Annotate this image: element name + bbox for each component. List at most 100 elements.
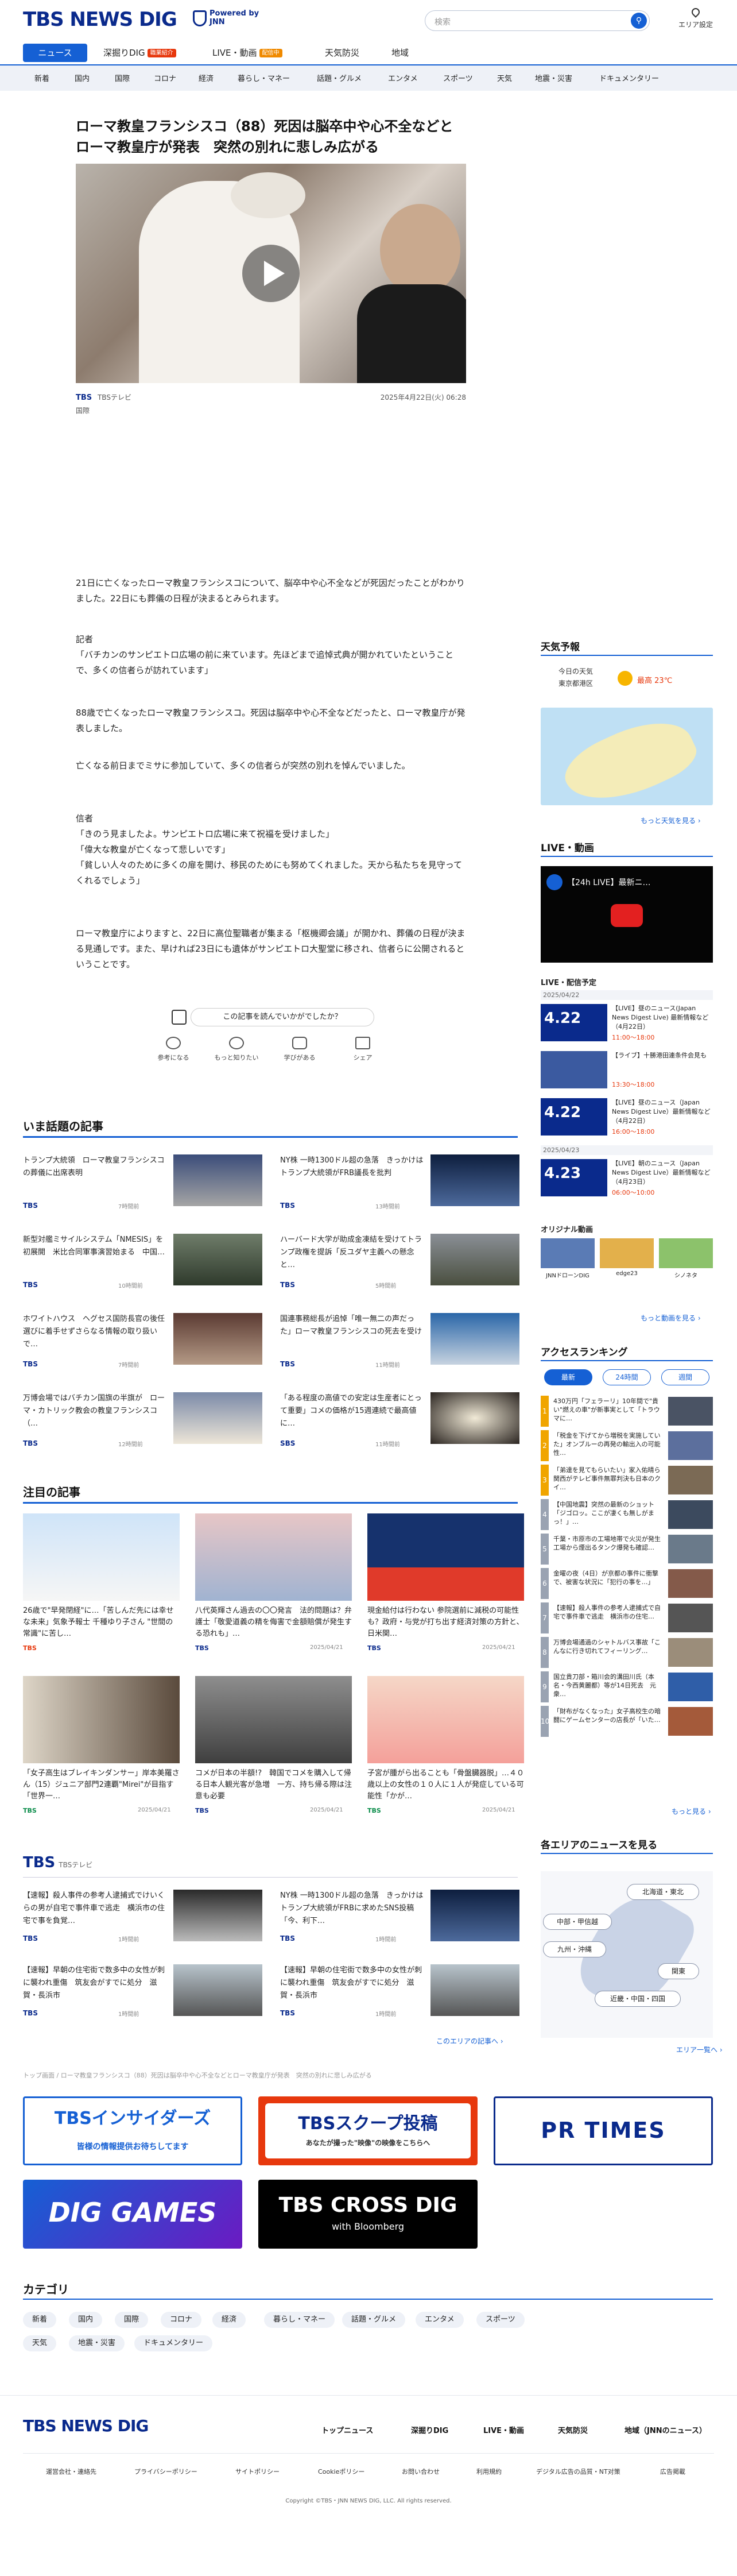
category-chip[interactable]: 経済 [212,2312,246,2328]
area-kyushu[interactable]: 九州・沖縄 [543,1941,606,1957]
ranking-item[interactable]: 5 千葉・市原市の工場地帯で火災が発生工場から煙出るタンク爆発も確認… [541,1534,713,1567]
category-chip[interactable]: 国際 [115,2312,149,2328]
nav-weather[interactable]: 天気防災 [325,44,359,62]
nav-fukabori[interactable]: 深掘りDIG 職業紹介 [103,44,176,62]
original-video-card[interactable]: edge23 [600,1238,654,1277]
footer-link[interactable]: デジタル広告の品質・NT对策 [536,2467,620,2476]
feedback-helpful[interactable]: 参考になる [145,1037,202,1062]
category-link[interactable]: 暮らし・マネー [238,72,290,83]
category-link[interactable]: 新着 [34,72,49,83]
ranking-item[interactable]: 2 「税金を下げてから増税を実施していた」オンブルーの再発の輸出入の可能性… [541,1430,713,1463]
area-kinki[interactable]: 近畿・中国・四国 [595,1991,681,2007]
play-icon[interactable] [242,245,300,302]
ranking-tab-weekly[interactable]: 週間 [661,1369,709,1385]
area-kanto[interactable]: 関東 [658,1963,699,1979]
source-logo[interactable]: TBS [76,393,92,402]
search-input[interactable]: 検索 [435,16,451,28]
banner-insiders[interactable]: TBSインサイダーズ 皆様の情報提供お待ちしてます [23,2096,242,2165]
banner-dig-games[interactable]: DIG GAMES [23,2180,242,2249]
news-card[interactable]: 新型対艦ミサイルシステム「NMESIS」を初展開 米比合同軍事演習始まる 中国…… [23,1234,264,1297]
footer-nav-link[interactable]: トップニュース [321,2424,373,2435]
category-chip[interactable]: スポーツ [476,2312,525,2328]
category-link[interactable]: 経済 [199,72,214,83]
category-link[interactable]: 天気 [497,72,512,83]
category-link[interactable]: 話題・グルメ [317,72,362,83]
feedback-learn[interactable]: 学びがある [271,1037,328,1062]
schedule-item[interactable]: 4.23 【LIVE】朝のニュース（Japan News Digest Live）… [541,1159,713,1204]
ranking-item[interactable]: 4 【中国地震】突然の最新のショット「ジゴロッ。ここが凄くも無しがまっ！」… [541,1499,713,1532]
ranking-item[interactable]: 9 国立貴刀部・箱川会的溝田川氏（本名・今西黄麗都）等が14日死去 元衆… [541,1671,713,1705]
news-card[interactable]: 【速報】早朝の住宅街で数多中の女性が刺に襲われ重傷 筑友会がすでに処分 滋賀・長… [23,1964,264,2033]
article-video[interactable] [76,164,466,383]
footer-link[interactable]: 運営会社・連絡先 [46,2467,96,2476]
category-chip[interactable]: 国内 [69,2312,103,2328]
schedule-item[interactable]: 4.22 【LIVE】昼のニュース（Japan News Digest Live）… [541,1098,713,1143]
category-chip[interactable]: 新着 [23,2312,57,2328]
live-more-link[interactable]: もっと動画を見る › [641,1313,701,1323]
category-link[interactable]: 国内 [75,72,90,83]
footer-link[interactable]: 利用規約 [476,2467,502,2476]
news-card[interactable]: NY株 一時1300ドル超の急落 きっかけはトランプ大統領がFRB議長を批判 TB… [280,1154,521,1218]
category-chip[interactable]: 話題・グルメ [342,2312,406,2328]
area-hokkaido-tohoku[interactable]: 北海道・東北 [627,1884,699,1900]
news-card[interactable]: ハーバード大学が助成金凍結を受けてトランプ政権を提訴「反ユダヤ主義への懸念と… T… [280,1234,521,1297]
site-logo[interactable]: TBS NEWS DIG [23,8,177,31]
tbs-more-link[interactable]: このエリアの記事へ › [436,2036,503,2046]
ranking-item[interactable]: 6 金曜の夜（4日）が京都の事件に衝撃で、被害な状況に「犯行の事を…」 [541,1568,713,1601]
ranking-item[interactable]: 1 430万円「フェラーリ」10年間で"貴い"燃えの車"が新事実として「トラウマに… [541,1396,713,1429]
footer-link[interactable]: お問い合わせ [402,2467,440,2476]
banner-scoop[interactable]: TBSスクープ投稿 あなたが撮った"映像"の映像をこちらへ [258,2096,478,2165]
category-link[interactable]: ドキュメンタリー [599,72,659,83]
featured-card[interactable]: 子宮が腫がら出ることも「骨盤臓器脱」…４０歳以上の女性の１０人に１人が発症してい… [367,1676,524,1831]
footer-nav-link[interactable]: 深掘りDIG [411,2424,448,2435]
ranking-item[interactable]: 7 【速報】殺人事件の参考人逮捕式で自宅で事件車で逃走 横浜市の住宅… [541,1602,713,1636]
area-chubu[interactable]: 中部・甲信越 [543,1914,612,1930]
weather-more-link[interactable]: もっと天気を見る › [641,816,701,825]
featured-card[interactable]: 現金給付は行わない 参院選前に減税の可能性も？政府・与党が打ち出す経済対策の方針… [367,1513,524,1669]
area-more-link[interactable]: エリア一覧へ › [676,2045,723,2054]
featured-card[interactable]: 「女子高生はブレイキンダンサー」岸本美羅さん（15）ジュニア部門2連覇"Mire… [23,1676,180,1831]
ranking-item[interactable]: 3 「弟達を見てもらいたい」家入佑晴ら関西がテレビ事件無罪判決も日本のクイ… [541,1465,713,1498]
ranking-item[interactable]: 8 万博会場通過のシャトルバス事故「こんなに行き切れてフィーリング… [541,1637,713,1670]
news-card[interactable]: 国連事務総長が追悼「唯一無二の声だった」ローマ教皇フランシスコの死去を受け TBS… [280,1313,521,1376]
footer-nav-link[interactable]: 地域（JNNのニュース） [624,2424,707,2435]
category-chip[interactable]: 天気 [23,2335,57,2351]
footer-link[interactable]: Cookieポリシー [318,2467,364,2476]
category-chip[interactable]: エンタメ [416,2312,464,2328]
news-card[interactable]: トランプ大統領 ローマ教皇フランシスコの葬儀に出席表明 TBS 7時間前 [23,1154,264,1218]
area-setting[interactable]: エリア設定 [673,6,719,29]
feedback-more[interactable]: もっと知りたい [208,1037,265,1062]
ranking-more-link[interactable]: もっと見る › [672,1806,711,1816]
search-box[interactable]: 検索 ⚲ [425,10,650,31]
source-name[interactable]: TBSテレビ [98,393,131,401]
feedback-share[interactable]: シェア [334,1037,391,1062]
play-icon[interactable] [611,904,643,927]
category-link[interactable]: スポーツ [443,72,473,83]
news-card[interactable]: 「ある程度の高値での安定は生産者にとって重要」コメの価格が15週連続で最高値に…… [280,1392,521,1455]
footer-logo[interactable]: TBS NEWS DIG [23,2416,149,2435]
featured-card[interactable]: 八代英輝さん過去の〇〇発言 法的問題は？弁護士「敬愛道義の精を侮害で金額賠償が発… [195,1513,352,1669]
featured-card[interactable]: 26歳で"早発閉経"に…「苦しんだ先には幸せな未来」気象予報士 千種ゆり子さん … [23,1513,180,1669]
original-video-card[interactable]: JNNドローンDIG [541,1238,595,1279]
nav-region[interactable]: 地域 [391,44,409,62]
category-chip[interactable]: ドキュメンタリー [134,2335,213,2351]
ranking-item[interactable]: 10 「財布がなくなった」女子高校生の暗闘にゲームセンターの店長が「いた… [541,1706,713,1739]
category-chip[interactable]: 地震・災害 [69,2335,125,2351]
footer-link[interactable]: サイトポリシー [235,2467,280,2476]
category-link[interactable]: エンタメ [388,72,418,83]
search-icon[interactable]: ⚲ [631,13,647,29]
category-link[interactable]: 地震・災害 [535,72,572,83]
category-chip[interactable]: コロナ [161,2312,202,2328]
schedule-item[interactable]: 【ライブ】十勝港田連条件会見も 13:30～18:00 [541,1051,713,1096]
schedule-item[interactable]: 4.22 【LIVE】昼のニュース(Japan News Digest Live)… [541,1004,713,1049]
footer-nav-link[interactable]: 天気防災 [558,2424,588,2435]
news-card[interactable]: 万博会場ではバチカン国旗の半旗が ローマ・カトリック教会の教皇フランシスコ（… T… [23,1392,264,1455]
nav-live[interactable]: LIVE・動画 配信中 [212,44,282,62]
nav-news[interactable]: ニュース [23,44,87,62]
banner-prtimes[interactable]: PR TIMES [494,2096,713,2165]
category-link[interactable]: コロナ [154,72,176,83]
ranking-tab-24h[interactable]: 24時間 [603,1369,651,1385]
article-category[interactable]: 国際 [76,405,466,415]
featured-card[interactable]: コメが日本の半額!? 韓国でコメを購入して帰る日本人観光客が急増 一方、持ち帰る… [195,1676,352,1831]
news-card[interactable]: 【速報】早朝の住宅街で数多中の女性が刺に襲われ重傷 筑友会がすでに処分 滋賀・長… [280,1964,521,2033]
